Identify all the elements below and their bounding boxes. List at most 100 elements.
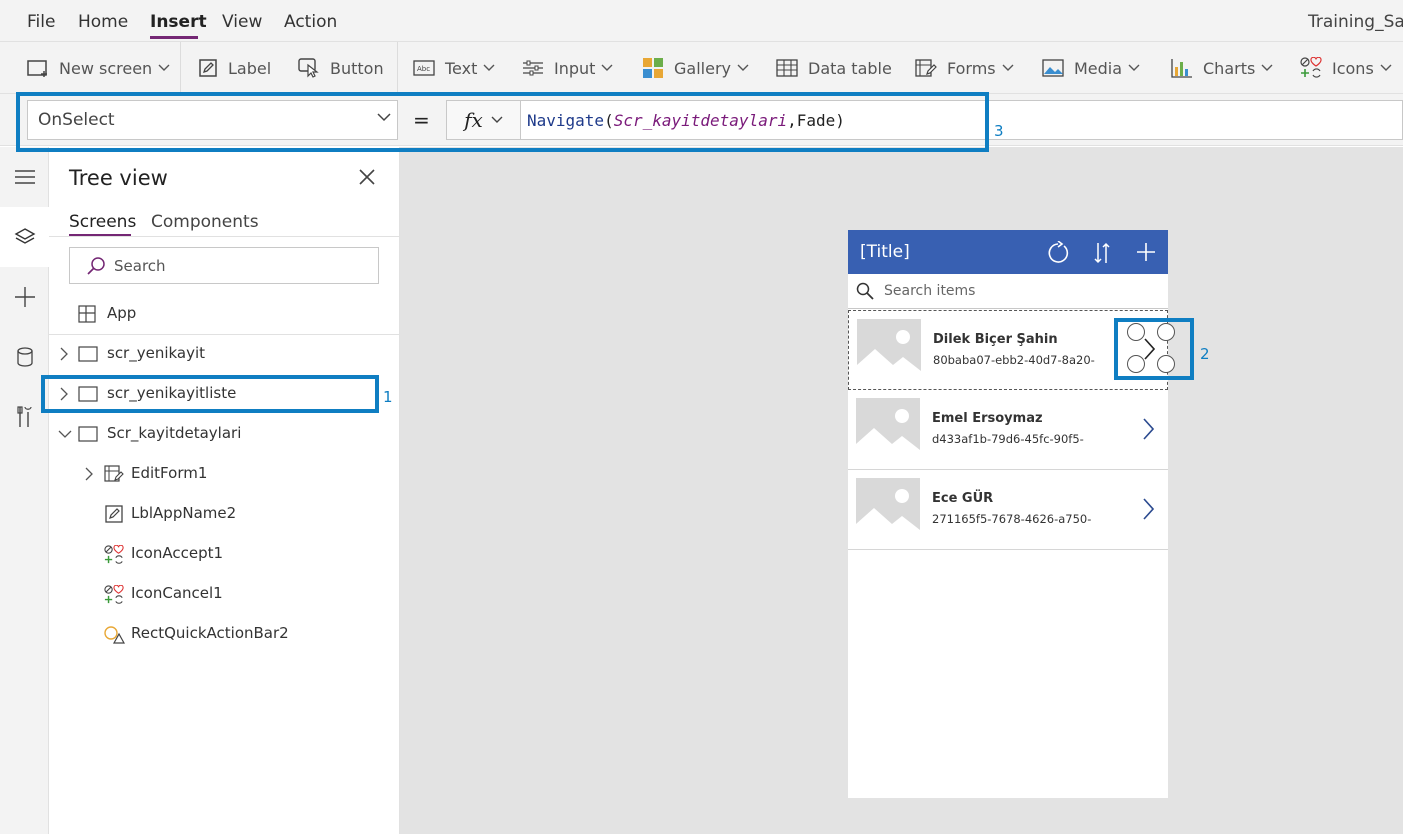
new-screen-button[interactable]: New screen	[27, 55, 170, 81]
gallery-button[interactable]: Gallery	[642, 55, 749, 81]
tree-item-rectquickactionbar2[interactable]: RectQuickActionBar2	[49, 614, 400, 654]
tree-item-scr-yenikayit[interactable]: scr_yenikayit	[49, 334, 400, 374]
insert-ribbon: New screen Label Button Abc Text Input G…	[0, 42, 1403, 94]
callout-number-3: 3	[994, 122, 1004, 140]
bar-chart-icon	[1171, 59, 1192, 78]
chevron-down-icon	[601, 64, 613, 71]
icons-icon	[1300, 57, 1322, 78]
tree-search-placeholder: Search	[114, 256, 166, 275]
media-label: Media	[1074, 58, 1123, 78]
icons-button[interactable]: Icons	[1300, 55, 1392, 81]
tree-item-label: scr_yenikayit	[107, 344, 206, 362]
item-subtitle: 271165f5-7678-4626-a750-	[932, 512, 1092, 526]
text-button[interactable]: Abc Text	[413, 55, 495, 81]
design-canvas: [Title] Search items Dilek Biçer Şahin 8…	[400, 147, 1403, 834]
menu-view[interactable]: View	[222, 12, 262, 32]
tree-item-editform1[interactable]: EditForm1	[49, 454, 400, 494]
callout-box-2	[1114, 318, 1194, 380]
chevron-down-icon[interactable]	[58, 430, 72, 438]
chevron-down-icon	[1261, 64, 1273, 71]
close-icon[interactable]	[358, 168, 376, 186]
menu-action[interactable]: Action	[284, 12, 337, 32]
ribbon-divider	[180, 42, 181, 94]
media-button[interactable]: Media	[1042, 55, 1140, 81]
text-input-icon: Abc	[413, 60, 435, 76]
gallery-item[interactable]: Ece GÜR 271165f5-7678-4626-a750-	[848, 470, 1168, 550]
label-button[interactable]: Label	[198, 55, 271, 81]
menu-bar: File Home Insert View Action Training_Sa…	[0, 0, 1403, 42]
forms-label: Forms	[947, 58, 996, 78]
form-icon	[104, 465, 124, 482]
tree-item-scr-kayitdetaylari[interactable]: Scr_kayitdetaylari	[49, 414, 400, 454]
icons-label: Icons	[1332, 58, 1374, 78]
search-items-input[interactable]: Search items	[848, 274, 1168, 309]
tree-view-panel: Tree view Screens Components Search App …	[49, 147, 400, 834]
chevron-right-icon[interactable]	[85, 467, 93, 481]
chevron-right-icon[interactable]	[60, 347, 68, 361]
divider	[49, 236, 400, 237]
menu-file[interactable]: File	[27, 12, 55, 32]
chevron-down-icon	[483, 64, 495, 71]
charts-button[interactable]: Charts	[1171, 55, 1273, 81]
button-cursor-icon	[298, 58, 319, 78]
app-icon	[78, 305, 96, 323]
text-label: Text	[445, 58, 478, 78]
tree-item-iconcancel1[interactable]: IconCancel1	[49, 574, 400, 614]
svg-text:Abc: Abc	[417, 65, 430, 73]
menu-insert[interactable]: Insert	[150, 12, 207, 32]
new-screen-label: New screen	[59, 58, 153, 78]
input-label: Input	[554, 58, 596, 78]
tree-item-label: RectQuickActionBar2	[131, 624, 289, 642]
forms-icon	[915, 59, 937, 77]
item-subtitle: d433af1b-79d6-45fc-90f5-	[932, 432, 1084, 446]
image-placeholder-icon	[856, 489, 920, 542]
callout-number-2: 2	[1200, 345, 1210, 363]
tree-view-button[interactable]	[0, 207, 49, 267]
layers-icon	[14, 228, 35, 244]
forms-button[interactable]: Forms	[915, 55, 1014, 81]
image-placeholder	[856, 478, 920, 542]
tree-item-iconaccept1[interactable]: IconAccept1	[49, 534, 400, 574]
label-edit-icon	[199, 59, 217, 77]
tree-item-lblappname2[interactable]: LblAppName2	[49, 494, 400, 534]
tree-item-label: IconCancel1	[131, 584, 223, 602]
app-name: Training_Sav	[1308, 12, 1403, 32]
tree-item-label: App	[107, 304, 137, 322]
chevron-down-icon	[1002, 64, 1014, 71]
tree-item-label: Scr_kayitdetaylari	[107, 424, 242, 442]
image-placeholder	[856, 398, 920, 462]
screen-title: [Title]	[860, 242, 910, 262]
tab-components[interactable]: Components	[151, 212, 259, 232]
sort-icon[interactable]	[1094, 241, 1110, 265]
data-table-label: Data table	[808, 58, 892, 78]
tab-screens[interactable]: Screens	[69, 212, 136, 232]
refresh-icon[interactable]	[1046, 241, 1070, 265]
tree-item-label: LblAppName2	[131, 504, 237, 522]
insert-button[interactable]	[0, 267, 49, 327]
chevron-down-icon	[737, 64, 749, 71]
callout-number-1: 1	[383, 388, 393, 406]
tree-item-app[interactable]: App	[49, 294, 400, 334]
button-button[interactable]: Button	[298, 55, 384, 81]
gallery-item[interactable]: Emel Ersoymaz d433af1b-79d6-45fc-90f5-	[848, 390, 1168, 470]
tools-icon	[16, 406, 32, 427]
item-title: Dilek Biçer Şahin	[933, 332, 1058, 347]
image-placeholder-icon	[857, 330, 921, 383]
hamburger-menu-button[interactable]	[0, 147, 49, 207]
tree-view-title: Tree view	[69, 166, 168, 190]
image-icon	[1042, 59, 1064, 77]
chevron-right-icon[interactable]	[1142, 417, 1154, 441]
button-label: Button	[330, 58, 384, 78]
label-label: Label	[228, 58, 272, 78]
chevron-right-icon[interactable]	[1142, 497, 1154, 521]
image-placeholder	[857, 319, 921, 383]
data-table-button[interactable]: Data table	[776, 55, 892, 81]
tree-search-input[interactable]: Search	[69, 247, 379, 284]
menu-home[interactable]: Home	[78, 12, 128, 32]
sliders-icon	[523, 60, 543, 76]
plus-icon	[14, 287, 35, 307]
item-subtitle: 80baba07-ebb2-40d7-8a20-	[933, 353, 1095, 367]
input-button[interactable]: Input	[522, 55, 613, 81]
label-edit-icon	[105, 505, 123, 523]
add-icon[interactable]	[1137, 241, 1155, 263]
